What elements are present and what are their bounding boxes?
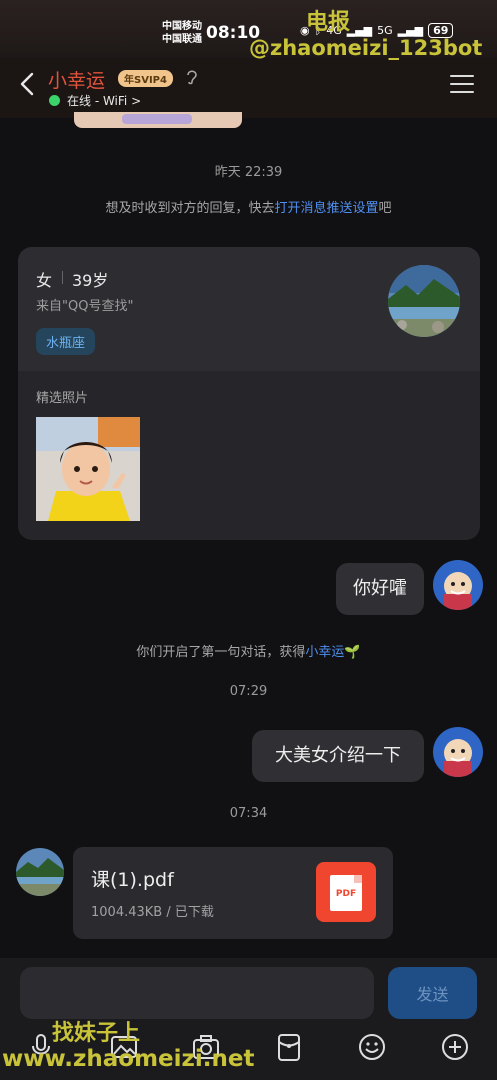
presence-text: 在线 - WiFi — [67, 94, 128, 108]
pdf-sheet: PDF — [330, 875, 362, 911]
chat-title[interactable]: 小幸运 — [48, 66, 105, 93]
child-photo-image — [36, 417, 140, 521]
cartoon-avatar-image — [433, 727, 483, 777]
notification-settings-link[interactable]: 打开消息推送设置 — [274, 201, 378, 216]
ear-icon[interactable] — [184, 68, 200, 86]
landscape-avatar-image — [16, 848, 64, 896]
online-status-dot — [49, 95, 60, 106]
watermark-handle: @zhaomeizi_123bot — [249, 36, 483, 60]
timestamp: 昨天 22:39 — [214, 165, 283, 180]
red-packet-icon[interactable] — [274, 1032, 304, 1062]
my-avatar[interactable] — [433, 727, 483, 777]
notification-tip-suffix: 吧 — [378, 201, 392, 216]
watermark-label: 电报 — [306, 10, 351, 35]
menu-line — [450, 83, 474, 85]
vip-badge[interactable]: 年SVIP4 — [118, 70, 173, 87]
file-meta: 1004.43KB / 已下载 — [91, 905, 214, 920]
watermark-label: 找妹子上 — [52, 1021, 141, 1046]
previous-message-image[interactable] — [74, 112, 242, 128]
back-button[interactable] — [14, 70, 42, 98]
file-name: 课(1).pdf — [91, 869, 174, 891]
menu-button[interactable] — [450, 75, 474, 95]
peer-avatar[interactable] — [16, 848, 64, 896]
emoji-icon[interactable] — [357, 1032, 387, 1062]
message-input[interactable] — [20, 967, 374, 1019]
carrier-line-2: 中国联通 — [162, 34, 202, 45]
featured-photo[interactable] — [36, 417, 140, 521]
timestamp: 07:34 — [229, 806, 268, 821]
message-bubble-outgoing[interactable]: 大美女介绍一下 — [252, 730, 424, 782]
plus-icon[interactable] — [440, 1032, 470, 1062]
menu-line — [450, 91, 474, 93]
presence-status[interactable]: 在线 - WiFi > — [67, 92, 141, 109]
profile-gender: 女 — [36, 271, 53, 290]
notification-tip-text: 想及时收到对方的回复，快去 — [105, 201, 275, 216]
watermark-url: www.zhaomeizi.net — [2, 1046, 255, 1072]
notification-tip: 想及时收到对方的回复，快去打开消息推送设置吧 — [0, 197, 497, 216]
profile-card[interactable]: 女 39岁 来自"QQ号查找" 水瓶座 精选照片 — [18, 247, 480, 540]
cartoon-avatar-image — [433, 560, 483, 610]
divider — [62, 271, 63, 284]
first-chat-tip: 你们开启了第一句对话，获得小幸运🌱 — [0, 641, 497, 660]
file-message[interactable]: 课(1).pdf 1004.43KB / 已下载 PDF — [73, 847, 393, 939]
my-avatar[interactable] — [433, 560, 483, 610]
carrier-info: 中国移动 中国联通 — [162, 20, 202, 46]
menu-line — [450, 75, 474, 77]
landscape-avatar-image — [388, 265, 460, 337]
first-chat-tip-text: 你们开启了第一句对话，获得 — [136, 645, 306, 660]
profile-avatar[interactable] — [388, 265, 460, 337]
timestamp: 07:29 — [229, 684, 268, 699]
pdf-file-icon: PDF — [316, 862, 376, 922]
featured-photos-label: 精选照片 — [36, 391, 89, 406]
zodiac-tag[interactable]: 水瓶座 — [36, 328, 96, 355]
profile-age: 39岁 — [72, 271, 109, 290]
send-button[interactable]: 发送 — [388, 967, 477, 1019]
chevron-right-icon: > — [131, 94, 142, 108]
sprout-icon: 🌱 — [344, 645, 361, 660]
profile-source: 来自"QQ号查找" — [36, 299, 134, 314]
message-bubble-outgoing[interactable]: 你好嚯 — [336, 563, 424, 615]
pdf-icon-label: PDF — [335, 889, 357, 899]
carrier-line-1: 中国移动 — [162, 21, 202, 32]
chat-header: 小幸运 年SVIP4 在线 - WiFi > — [0, 58, 497, 118]
first-chat-link[interactable]: 小幸运 — [305, 645, 344, 660]
